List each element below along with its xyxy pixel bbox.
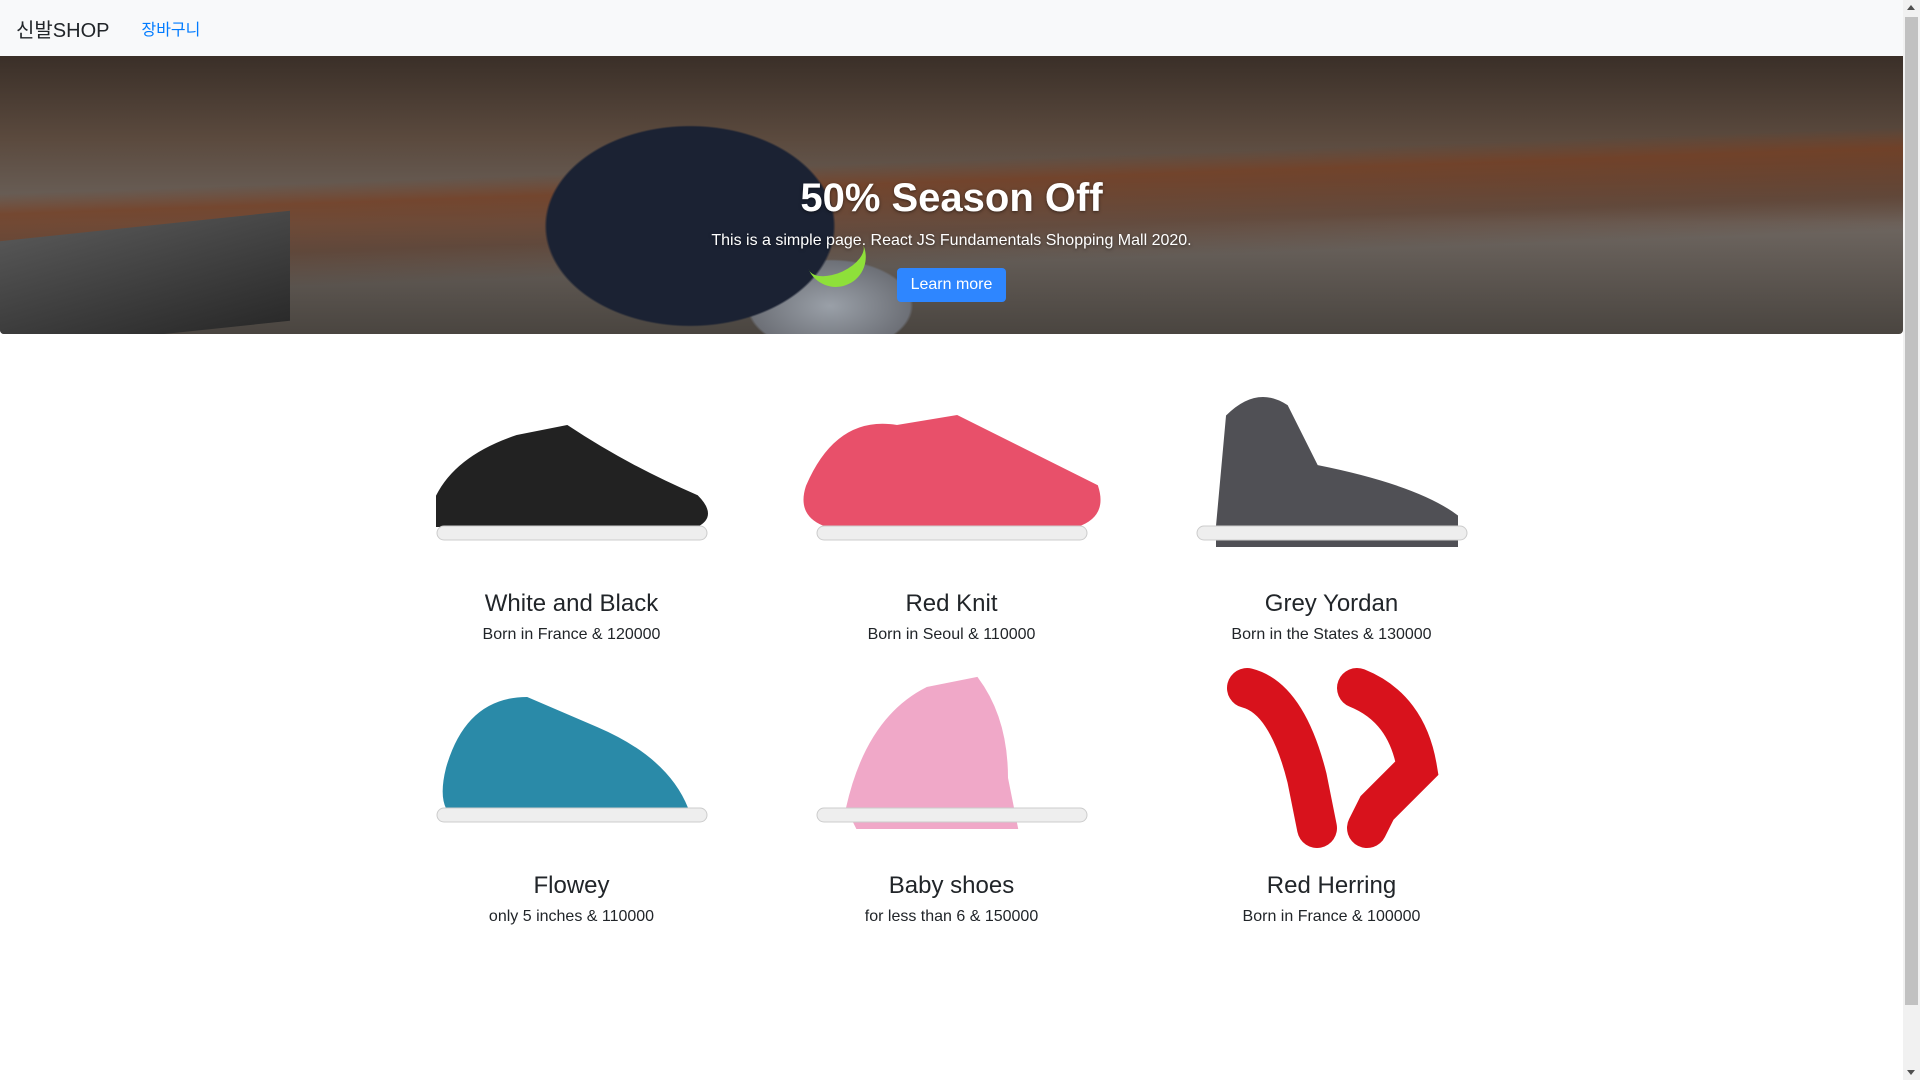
product-description: Born in Seoul & 110000: [867, 626, 1036, 643]
product-card[interactable]: Grey Yordan Born in the States & 130000: [1142, 376, 1522, 644]
product-title: Red Herring: [1266, 872, 1397, 899]
navbar: 신발SHOP 장바구니: [0, 0, 1903, 56]
hero-subtitle: This is a simple page. React JS Fundamen…: [711, 232, 1192, 249]
product-image[interactable]: [397, 658, 747, 858]
learn-more-button[interactable]: Learn more: [896, 268, 1007, 302]
product-image[interactable]: [1157, 658, 1507, 858]
product-title: Baby shoes: [888, 872, 1015, 899]
product-card[interactable]: White and Black Born in France & 120000: [382, 376, 762, 644]
product-image[interactable]: [777, 376, 1127, 576]
product-description: Born in France & 100000: [1242, 908, 1421, 925]
product-image[interactable]: [777, 658, 1127, 858]
product-image[interactable]: [397, 376, 747, 576]
scroll-up-icon[interactable]: [1907, 5, 1915, 10]
product-grid: White and Black Born in France & 120000 …: [382, 334, 1522, 940]
product-title: Grey Yordan: [1264, 590, 1399, 617]
product-card[interactable]: Flowey only 5 inches & 110000: [382, 658, 762, 926]
scrollbar-thumb[interactable]: [1905, 17, 1918, 1005]
product-description: Born in the States & 130000: [1231, 626, 1432, 643]
product-image[interactable]: [1157, 376, 1507, 576]
product-title: White and Black: [484, 590, 659, 617]
product-description: Born in France & 120000: [482, 626, 661, 643]
product-title: Red Knit: [905, 590, 998, 617]
brand-link[interactable]: 신발SHOP: [16, 14, 109, 43]
page: 신발SHOP 장바구니 50% Season Off This is a sim…: [0, 0, 1903, 1080]
hero-title: 50% Season Off: [800, 176, 1103, 220]
product-description: for less than 6 & 150000: [864, 908, 1039, 925]
product-title: Flowey: [533, 872, 610, 899]
product-card[interactable]: Red Knit Born in Seoul & 110000: [762, 376, 1142, 644]
hero-banner: 50% Season Off This is a simple page. Re…: [0, 56, 1903, 334]
scrollbar[interactable]: [1903, 0, 1920, 1080]
nav-cart-link[interactable]: 장바구니: [141, 16, 200, 40]
product-card[interactable]: Red Herring Born in France & 100000: [1142, 658, 1522, 926]
product-card[interactable]: Baby shoes for less than 6 & 150000: [762, 658, 1142, 926]
scroll-down-icon[interactable]: [1907, 1070, 1915, 1075]
product-description: only 5 inches & 110000: [488, 908, 655, 925]
